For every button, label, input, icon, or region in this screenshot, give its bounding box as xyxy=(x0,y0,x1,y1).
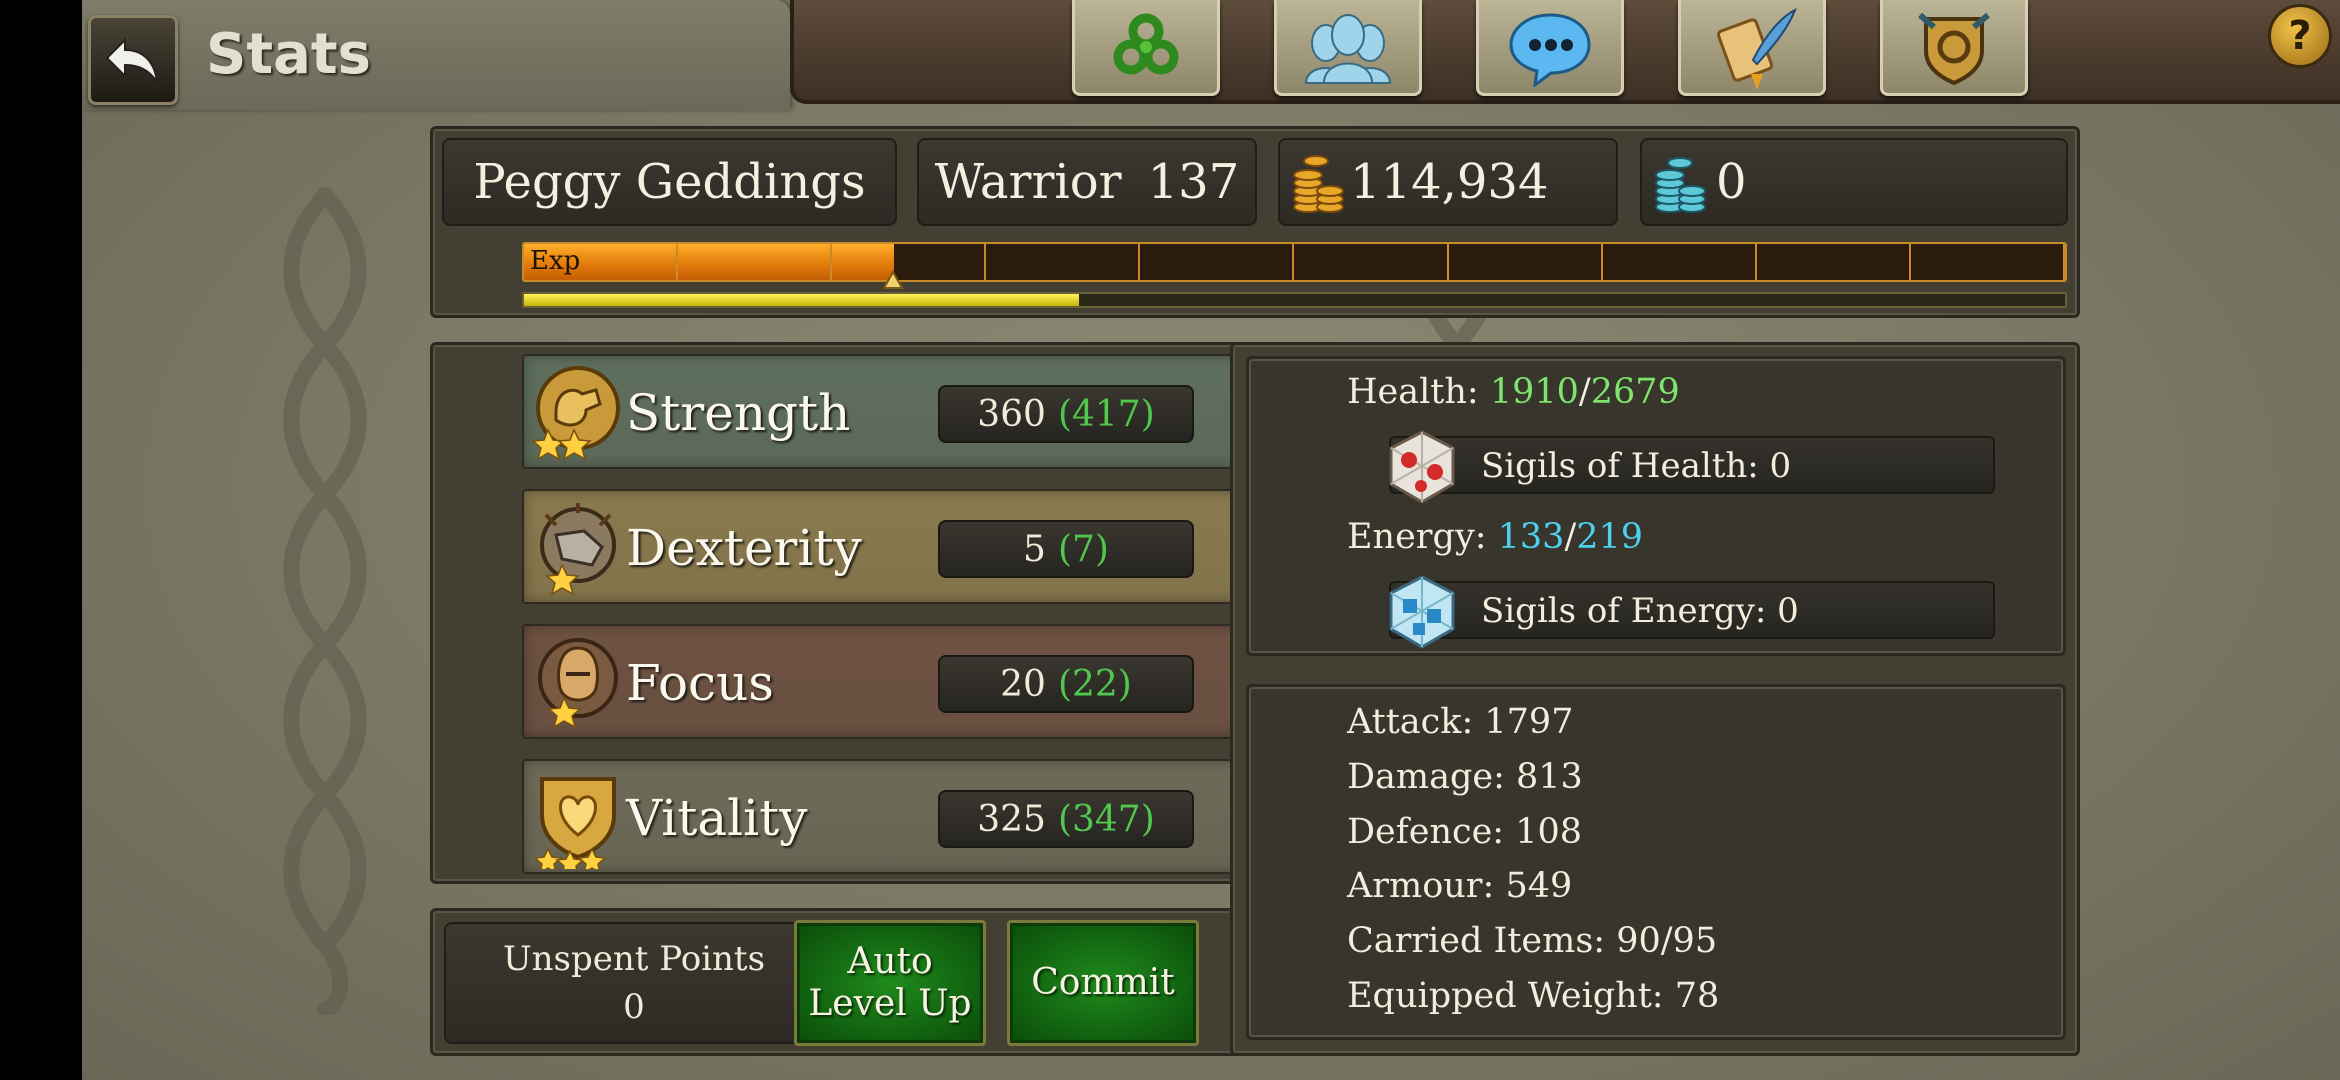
top-navigation-bar: ? xyxy=(790,0,2340,104)
stat-row-vitality: Vitality 325 (347) xyxy=(522,759,1279,874)
chat-bubble-icon xyxy=(1509,12,1591,87)
experience-segment xyxy=(832,244,987,280)
experience-segment xyxy=(1140,244,1295,280)
experience-sub-fill xyxy=(524,294,1079,306)
stat-row-dexterity: Dexterity 5 (7) xyxy=(522,489,1279,604)
health-label: Health: xyxy=(1347,372,1490,412)
experience-segment xyxy=(678,244,833,280)
dexterity-total: (7) xyxy=(1057,528,1109,570)
stat-name-dexterity: Dexterity xyxy=(626,519,862,577)
guild-members-icon xyxy=(1304,13,1392,84)
carried-items-stat: Carried Items: 90/95 xyxy=(1347,921,1718,961)
gems-box: 0 xyxy=(1640,138,2068,226)
strength-total: (417) xyxy=(1057,393,1155,435)
blue-coins-icon xyxy=(1655,157,1706,213)
focus-total: (22) xyxy=(1057,663,1132,705)
stats-tab-header: Stats xyxy=(82,0,790,110)
exp-label: Exp xyxy=(530,246,581,276)
health-sigil-icon xyxy=(1389,430,1455,504)
vitality-total: (347) xyxy=(1057,798,1155,840)
health-current: 1910 xyxy=(1489,372,1579,412)
energy-label: Energy: xyxy=(1347,517,1498,557)
back-arrow-icon xyxy=(105,37,158,83)
triskele-icon xyxy=(1113,13,1179,74)
experience-segment xyxy=(1911,244,2065,280)
experience-segment xyxy=(1295,244,1449,280)
experience-segment xyxy=(986,244,1141,280)
character-class: Warrior xyxy=(934,154,1122,210)
experience-segment xyxy=(1757,244,1911,280)
back-button[interactable] xyxy=(88,15,178,105)
stat-value-focus[interactable]: 20 (22) xyxy=(938,655,1194,713)
stat-value-strength[interactable]: 360 (417) xyxy=(938,385,1194,443)
character-level: 137 xyxy=(1147,154,1240,210)
stat-row-strength: Strength 360 (417) xyxy=(522,354,1279,469)
strength-base: 360 xyxy=(977,393,1046,435)
stat-value-vitality[interactable]: 325 (347) xyxy=(938,790,1194,848)
gold-amount: 114,934 xyxy=(1350,154,1549,210)
damage-stat: Damage: 813 xyxy=(1347,757,1583,797)
health-slash: / xyxy=(1578,372,1591,412)
unspent-points-value: 0 xyxy=(623,987,645,1027)
gold-coins-icon xyxy=(1293,155,1344,213)
game-screen: Stats ? Peggy Geddings Warrior 137 114,9… xyxy=(82,0,2340,1080)
auto-level-up-button[interactable]: Auto Level Up xyxy=(794,920,986,1046)
gems-amount: 0 xyxy=(1716,154,1747,210)
stat-name-vitality: Vitality xyxy=(626,789,808,847)
nav-button-quests[interactable] xyxy=(1678,0,1826,96)
experience-marker-icon xyxy=(882,270,904,289)
unspent-points-label: Unspent Points xyxy=(502,939,766,979)
auto-level-up-line2: Level Up xyxy=(808,983,972,1024)
defence-stat: Defence: 108 xyxy=(1347,812,1583,852)
health-max: 2679 xyxy=(1590,372,1680,412)
energy-current: 133 xyxy=(1497,517,1565,557)
page-title: Stats xyxy=(206,22,371,87)
celtic-knot-left-decoration xyxy=(283,187,367,1015)
unspent-points-box: Unspent Points 0 xyxy=(444,922,824,1044)
character-name-box: Peggy Geddings xyxy=(442,138,897,226)
character-name: Peggy Geddings xyxy=(473,154,866,210)
nav-button-skills[interactable] xyxy=(1072,0,1220,96)
dexterity-icon xyxy=(540,503,616,596)
experience-sub-bar xyxy=(522,292,2067,308)
stat-name-strength: Strength xyxy=(626,384,851,442)
energy-max: 219 xyxy=(1576,517,1644,557)
health-line: Health: 1910/2679 xyxy=(1347,372,1680,412)
nav-button-guild[interactable] xyxy=(1274,0,1422,96)
armour-stat: Armour: 549 xyxy=(1347,866,1573,906)
equipped-weight-stat: Equipped Weight: 78 xyxy=(1347,976,1720,1016)
commit-label: Commit xyxy=(1031,962,1175,1003)
sigils-of-health-label: Sigils of Health: 0 xyxy=(1481,446,1792,486)
stat-value-dexterity[interactable]: 5 (7) xyxy=(938,520,1194,578)
nav-button-chat[interactable] xyxy=(1476,0,1624,96)
gold-box: 114,934 xyxy=(1278,138,1618,226)
experience-bar: Exp xyxy=(522,242,2067,282)
experience-segment xyxy=(1603,244,1757,280)
sigils-of-energy-row[interactable]: Sigils of Energy: 0 xyxy=(1389,575,1995,649)
stat-name-focus: Focus xyxy=(626,654,774,712)
vitality-base: 325 xyxy=(977,798,1046,840)
help-button[interactable]: ? xyxy=(2268,4,2332,68)
strength-icon xyxy=(531,366,620,461)
vitality-icon xyxy=(533,777,616,869)
energy-sigil-icon xyxy=(1389,575,1455,649)
question-mark-icon: ? xyxy=(2288,13,2312,59)
attack-stat: Attack: 1797 xyxy=(1347,702,1574,742)
stat-row-focus: Focus 20 (22) xyxy=(522,624,1279,739)
auto-level-up-line1: Auto xyxy=(847,941,933,982)
sigils-of-health-row[interactable]: Sigils of Health: 0 xyxy=(1389,430,1995,504)
commit-button[interactable]: Commit xyxy=(1007,920,1199,1046)
energy-line: Energy: 133/219 xyxy=(1347,517,1643,557)
sigils-of-energy-label: Sigils of Energy: 0 xyxy=(1481,591,1799,631)
focus-icon xyxy=(538,638,618,729)
energy-slash: / xyxy=(1564,517,1577,557)
quest-scroll-icon xyxy=(1716,7,1797,90)
crest-shield-icon xyxy=(1918,12,1990,85)
experience-segment xyxy=(1449,244,1603,280)
focus-base: 20 xyxy=(1000,663,1046,705)
dexterity-base: 5 xyxy=(1023,528,1046,570)
class-level-box: Warrior 137 xyxy=(917,138,1257,226)
nav-button-crest[interactable] xyxy=(1880,0,2028,96)
